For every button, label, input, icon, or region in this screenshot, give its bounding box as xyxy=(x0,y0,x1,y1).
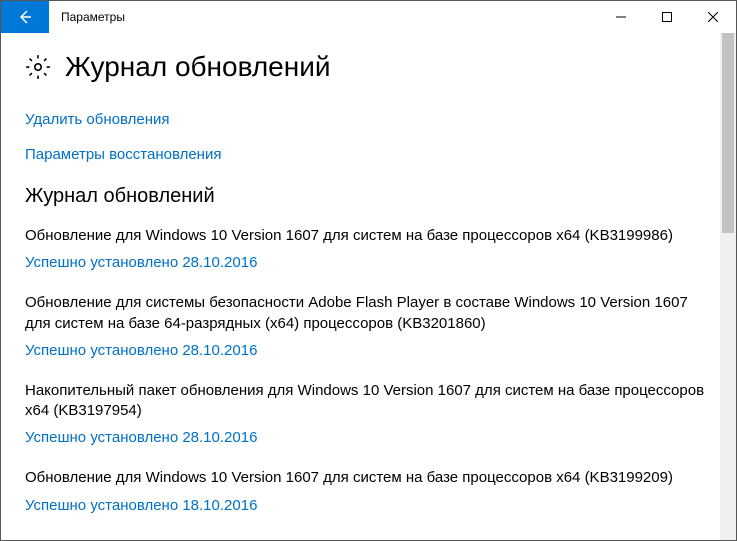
update-history-heading: Журнал обновлений xyxy=(25,185,712,208)
window-controls xyxy=(598,1,736,33)
update-title: Обновление для Windows 10 Version 1607 д… xyxy=(25,468,712,488)
window-title: Параметры xyxy=(49,1,598,33)
minimize-button[interactable] xyxy=(598,1,644,33)
update-item: Обновление для системы безопасности Adob… xyxy=(25,293,712,359)
minimize-icon xyxy=(616,12,626,22)
scrollbar-thumb[interactable] xyxy=(722,33,734,233)
maximize-button[interactable] xyxy=(644,1,690,33)
page-title: Журнал обновлений xyxy=(65,51,330,83)
update-title: Обновление для Windows 10 Version 1607 д… xyxy=(25,226,712,246)
close-button[interactable] xyxy=(690,1,736,33)
update-title: Накопительный пакет обновления для Windo… xyxy=(25,381,712,422)
maximize-icon xyxy=(662,12,672,22)
update-item: Обновление для Windows 10 Version 1607 д… xyxy=(25,468,712,513)
update-item: Накопительный пакет обновления для Windo… xyxy=(25,381,712,447)
content-area: Журнал обновлений Удалить обновления Пар… xyxy=(1,33,736,540)
back-button[interactable] xyxy=(1,1,49,33)
update-title: Обновление для системы безопасности Adob… xyxy=(25,293,712,334)
recovery-options-link[interactable]: Параметры восстановления xyxy=(25,146,712,163)
gear-icon xyxy=(25,54,51,80)
update-item: Обновление для Windows 10 Version 1607 д… xyxy=(25,226,712,271)
update-status-link[interactable]: Успешно установлено 28.10.2016 xyxy=(25,342,712,359)
uninstall-updates-link[interactable]: Удалить обновления xyxy=(25,111,712,128)
update-status-link[interactable]: Успешно установлено 18.10.2016 xyxy=(25,497,712,514)
arrow-left-icon xyxy=(17,9,33,25)
scrollbar[interactable] xyxy=(720,33,736,540)
update-status-link[interactable]: Успешно установлено 28.10.2016 xyxy=(25,429,712,446)
titlebar: Параметры xyxy=(1,1,736,33)
close-icon xyxy=(708,12,718,22)
update-status-link[interactable]: Успешно установлено 28.10.2016 xyxy=(25,254,712,271)
page-header: Журнал обновлений xyxy=(25,51,712,83)
